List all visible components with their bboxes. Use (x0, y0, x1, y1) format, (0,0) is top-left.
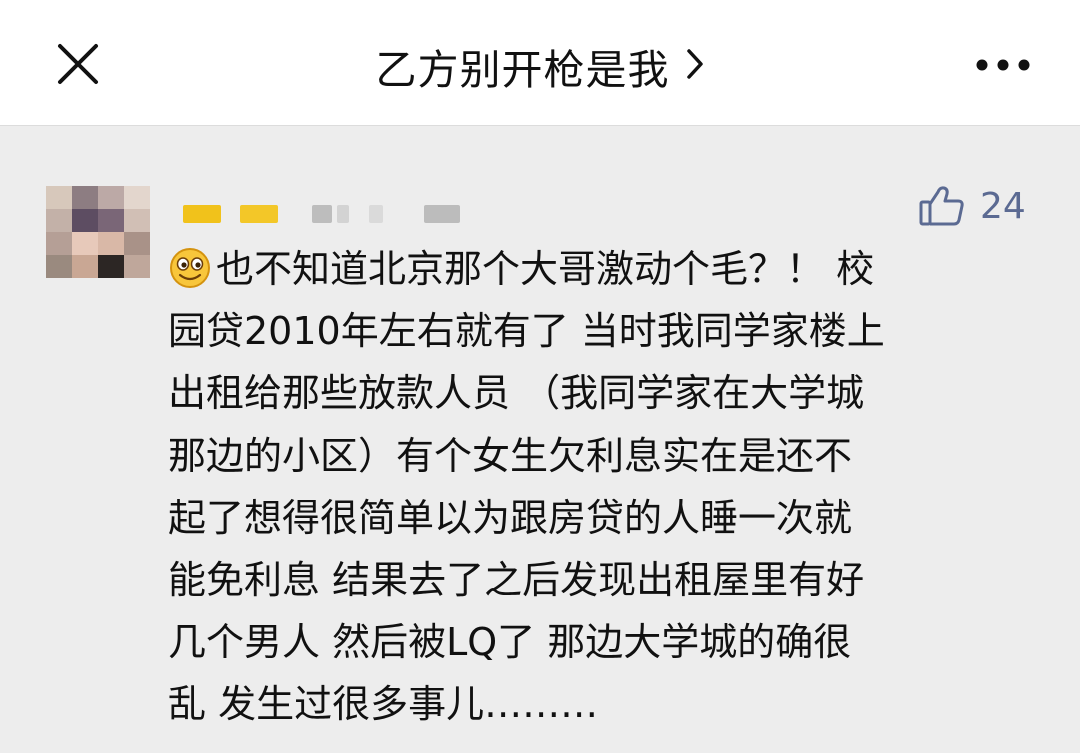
like-count: 24 (980, 186, 1026, 227)
chevron-right-icon (685, 47, 705, 85)
more-options-icon[interactable] (972, 54, 1034, 76)
comment-line: 园贷2010年左右就有了 当时我同学家楼上 (168, 309, 885, 354)
like-button[interactable]: 24 (918, 184, 1038, 230)
comment-line: 出租给那些放款人员 （我同学家在大学城 (168, 371, 865, 416)
comment-text: 也不知道北京那个大哥激动个毛？！ 校 园贷2010年左右就有了 当时我同学家楼上… (168, 238, 1038, 736)
chat-title-link[interactable]: 乙方别开枪是我 (0, 36, 1080, 96)
comment-line: 也不知道北京那个大哥激动个毛？！ 校 (168, 238, 1038, 300)
comment-line: 能免利息 结果去了之后发现出租屋里有好 (168, 557, 865, 602)
smiley-face-emoji (168, 246, 212, 308)
page-title: 乙方别开枪是我 (375, 46, 670, 94)
blurred-username[interactable] (183, 205, 483, 225)
comment-line-text: 也不知道北京那个大哥激动个毛？！ 校 (216, 247, 875, 291)
avatar[interactable] (46, 186, 150, 278)
top-navigation-bar: 乙方别开枪是我 (0, 0, 1080, 126)
comment-line: 起了想得很简单以为跟房贷的人睡一次就 (168, 495, 853, 540)
comment-line: 那边的小区）有个女生欠利息实在是还不 (168, 433, 853, 478)
comment-line: 几个男人 然后被LQ了 那边大学城的确很 (168, 620, 852, 665)
comment-line: 乱 发生过很多事儿……… (168, 682, 599, 727)
thumbs-up-icon (919, 186, 964, 226)
